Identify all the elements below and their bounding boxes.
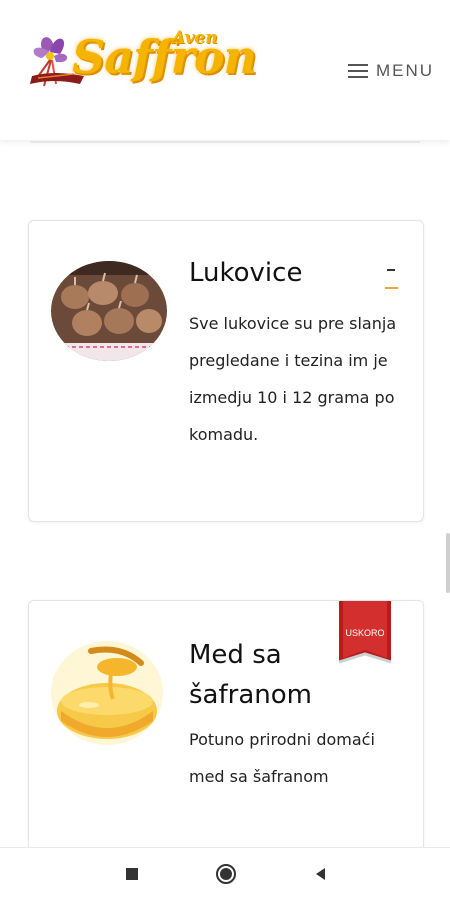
product-card-lukovice: Lukovice Sve lukovice su pre slanja preg… (28, 220, 424, 522)
coming-soon-badge: USKORO (337, 601, 393, 672)
product-title: Lukovice (189, 258, 303, 288)
square-icon[interactable] (120, 862, 144, 886)
circle-icon[interactable] (214, 862, 238, 886)
product-description: Sve lukovice su pre slanja pregledane i … (189, 314, 397, 444)
product-image-honey (51, 641, 163, 745)
triangle-back-icon[interactable] (308, 862, 332, 886)
product-description: Potuno prirodni domaći med sa šafranom (189, 730, 375, 786)
logo-subtext: Aven (172, 28, 218, 48)
saffron-logo[interactable]: Saffron Aven (24, 22, 257, 112)
minus-icon (387, 269, 395, 271)
accent-underline (385, 287, 398, 289)
logo-wordmark: Saffron (72, 30, 257, 84)
hamburger-icon (347, 63, 368, 79)
menu-label: MENU (375, 61, 434, 80)
menu-button[interactable]: MENU (347, 58, 434, 84)
product-card-med: Med sa šafranom Potuno prirodni domaći m… (28, 600, 424, 862)
collapse-toggle[interactable] (385, 265, 399, 293)
product-image-bulbs (51, 261, 167, 361)
scrollbar[interactable] (446, 533, 450, 593)
divider (30, 141, 420, 143)
badge-label: USKORO (345, 628, 384, 638)
site-header: Saffron Aven MENU (0, 0, 450, 140)
system-nav-bar (0, 847, 450, 900)
